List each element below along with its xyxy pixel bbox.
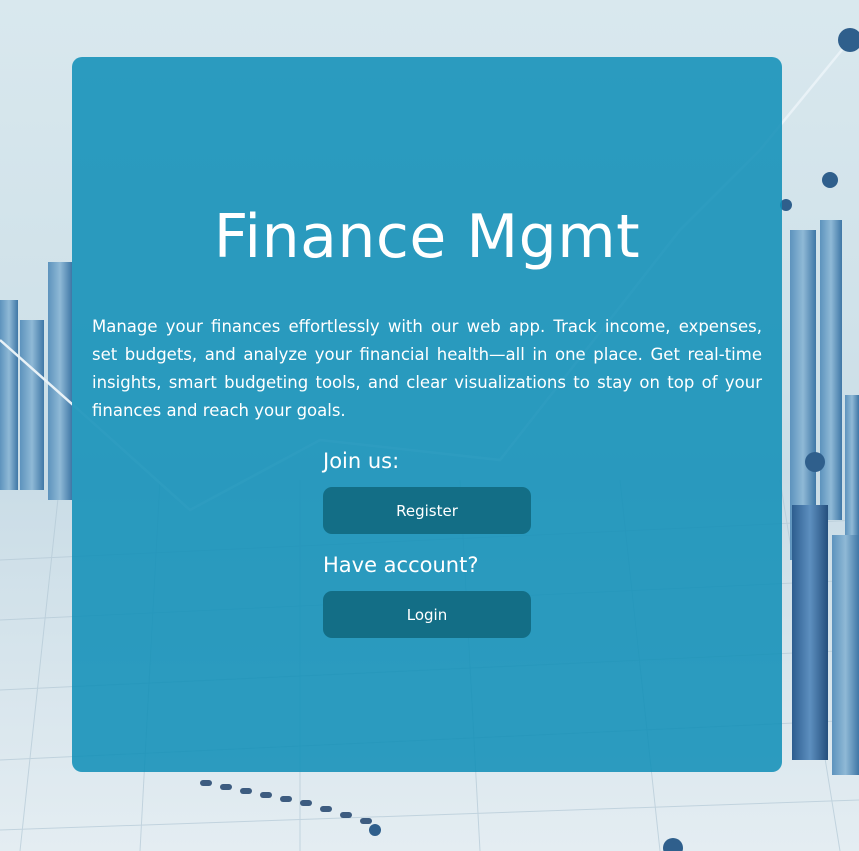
join-label: Join us: xyxy=(323,449,400,473)
login-button[interactable]: Login xyxy=(323,591,531,638)
page: Finance Mgmt Manage your finances effort… xyxy=(0,0,859,851)
intro-card: Finance Mgmt Manage your finances effort… xyxy=(72,57,782,772)
app-description: Manage your finances effortlessly with o… xyxy=(92,317,762,420)
register-button[interactable]: Register xyxy=(323,487,531,534)
have-account-label: Have account? xyxy=(323,553,479,577)
page-title: Finance Mgmt xyxy=(213,202,641,272)
